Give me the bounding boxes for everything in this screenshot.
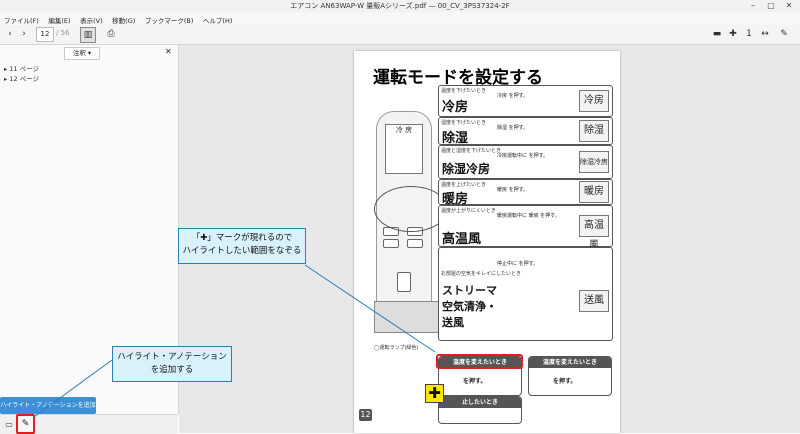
mode-title: 高温風 — [442, 232, 482, 247]
close-icon[interactable]: ✕ — [165, 47, 172, 56]
remote-highlight-circle — [374, 186, 448, 232]
zoom-in-icon[interactable]: ✚ — [728, 27, 738, 41]
mode-head: 温度を上げたいとき — [441, 182, 487, 188]
page-number: 12 — [359, 409, 372, 421]
box-text: を押す。 — [553, 378, 577, 385]
page-number-input[interactable]: 12 — [36, 27, 54, 42]
mode-head: 温度を下げたいとき — [441, 88, 487, 94]
mode-title: ストリーマ空気清浄・送風 — [442, 284, 497, 329]
mode-desc: 冷房 を押す。 — [497, 93, 529, 99]
sidebar-view-label: 注釈 — [72, 49, 86, 57]
mode-desc: 暖房運転中に 暖房 を押す。 — [497, 213, 560, 219]
mode-icon: 暖房 — [579, 181, 609, 203]
comment-icon[interactable]: ▭ — [3, 418, 15, 432]
remote-screen-text: 冷 房 — [395, 126, 413, 134]
callout-highlight-hint: 「✚」マークが現れるので ハイライトしたい範囲をなぞる — [178, 228, 306, 264]
page-total: / 56 — [56, 29, 70, 37]
menu-file[interactable]: ファイル(F) — [0, 12, 42, 25]
menu-edit[interactable]: 編集(E) — [44, 12, 73, 25]
menu-view[interactable]: 表示(V) — [76, 12, 106, 25]
tree-item-page-12[interactable]: ▸ 12 ページ — [4, 73, 39, 83]
remote-screen: 冷 房 — [385, 124, 423, 174]
mode-icon: 冷房 — [579, 90, 609, 112]
mode-heating: 温度を上げたいとき 暖房 暖房 を押す。 暖房 — [438, 179, 613, 207]
mode-icon: 高温風 — [579, 215, 609, 251]
fit-page-icon[interactable]: ↔ — [760, 27, 770, 41]
mode-title: 除湿 — [442, 131, 469, 146]
print-icon[interactable]: ⎙ — [104, 27, 118, 41]
mode-desc: 暖房 を押す。 — [497, 187, 529, 193]
tree-item-label: 11 ページ — [9, 65, 40, 73]
mode-head: 湿度を下げたいとき — [441, 120, 487, 126]
callout-add-annotation: ハイライト・アノテーション を追加する — [112, 346, 232, 382]
tree-item-label: 12 ページ — [9, 75, 40, 83]
close-button[interactable]: ✕ — [782, 0, 796, 12]
highlight-pen-icon[interactable]: ✎ — [16, 414, 35, 434]
highlight-marker — [436, 354, 523, 369]
menu-bar: ファイル(F) 編集(E) 表示(V) 移動(G) ブックマーク(B) ヘルプ(… — [0, 12, 800, 25]
mode-head: 温度が上がりにくいとき — [441, 208, 496, 214]
mode-icon: 送風 — [579, 290, 609, 312]
sidebar-toggle-icon[interactable]: ▥ — [80, 27, 96, 43]
toolbar: ‹ › 12 / 56 ▥ ⎙ ▬ ✚ 1 ↔ ✎ — [0, 25, 800, 45]
annotation-toolbar-icon[interactable]: ✎ — [778, 27, 790, 41]
temp-change-box-right: 温度を変えたいとき を押す。 — [528, 356, 612, 396]
mode-cooling: 温度を下げたいとき 冷房 冷房 を押す。 冷房 — [438, 85, 613, 117]
mode-dehumidify: 湿度を下げたいとき 除湿 除湿 を押す。 除湿 — [438, 117, 613, 146]
mode-icon: 除湿冷房 — [579, 151, 609, 173]
menu-go[interactable]: 移動(G) — [108, 12, 138, 25]
tree-item-page-11[interactable]: ▸ 11 ページ — [4, 63, 39, 73]
zoom-out-icon[interactable]: ▬ — [712, 27, 722, 41]
box-text: を押す。 — [463, 378, 487, 385]
mode-icon: 除湿 — [579, 120, 609, 142]
menu-help[interactable]: ヘルプ(H) — [199, 12, 235, 25]
mode-desc: 除湿 を押す。 — [497, 125, 529, 131]
actual-size-icon[interactable]: 1 — [744, 27, 754, 41]
remote-button — [383, 239, 399, 248]
mode-head: お部屋の空気をキレイにしたいとき — [441, 271, 522, 277]
crosshair-cursor-icon: ✚ — [425, 384, 444, 403]
stop-box: 止したいとき — [438, 396, 522, 424]
back-icon[interactable]: ‹ — [4, 27, 16, 41]
mode-dehumidify-cooling: 温度と湿度を下げたいとき 除湿冷房 冷房運転中に を押す。 除湿冷房 — [438, 145, 613, 179]
mode-title: 冷房 — [442, 100, 469, 115]
mode-desc: 冷房運転中に を押す。 — [497, 153, 549, 159]
maximize-button[interactable]: ▢ — [764, 0, 778, 12]
tooltip: ハイライト・アノテーションを追加する — [0, 397, 96, 426]
window-title: エアコン AN63WAP-W 量販Aシリーズ.pdf — 00_CV_3PS37… — [290, 2, 510, 10]
mode-title: 除湿冷房 — [442, 162, 491, 176]
menu-bookmarks[interactable]: ブックマーク(B) — [141, 12, 197, 25]
sidebar-view-select[interactable]: 注釈 ▾ — [64, 47, 100, 60]
remote-button — [407, 239, 423, 248]
mode-streamer: お部屋の空気をキレイにしたいとき ストリーマ空気清浄・送風 停止中に を押す。 … — [438, 247, 613, 341]
mode-desc: 停止中に を押す。 — [497, 261, 539, 267]
remote-button — [397, 272, 411, 292]
pdf-page: 運転モードを設定する 冷 房 ◯運転ランプ(緑色) 温度を下げたいとき 冷房 冷… — [354, 51, 620, 433]
box-head: 止したいとき — [439, 397, 521, 408]
minimize-button[interactable]: – — [746, 0, 760, 12]
forward-icon[interactable]: › — [18, 27, 30, 41]
lamp-label: ◯運転ランプ(緑色) — [374, 345, 419, 351]
mode-head: 温度と湿度を下げたいとき — [441, 148, 502, 154]
box-head: 温度を変えたいとき — [529, 357, 611, 368]
mode-hot-wind: 温度が上がりにくいとき 高温風 暖房運転中に 暖房 を押す。 高温風 — [438, 205, 613, 251]
